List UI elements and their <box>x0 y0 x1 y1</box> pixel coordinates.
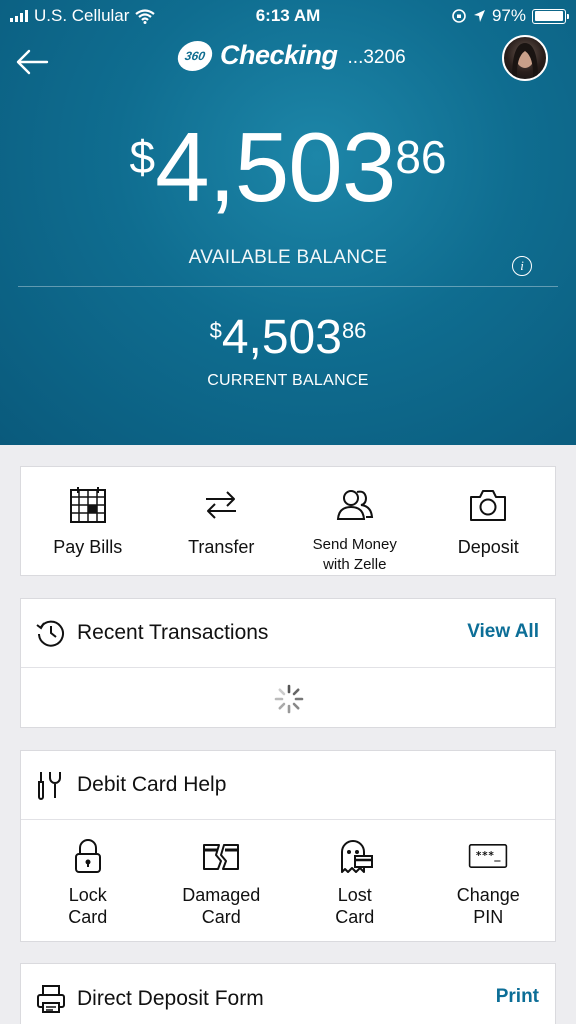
tools-icon <box>38 772 61 800</box>
current-balance: $4,50386 <box>209 311 367 364</box>
pay-bills-label: Pay Bills <box>53 537 123 557</box>
transfer-arrows-icon <box>206 491 237 519</box>
debit-card-help-card: Debit Card Help Lock Card Damaged Card Los… <box>20 750 556 942</box>
account-number: ...3206 <box>347 46 406 68</box>
deposit-label: Deposit <box>457 537 519 557</box>
info-icon[interactable]: i <box>512 256 532 276</box>
lock-card-label: Lock Card <box>68 885 108 927</box>
battery-percent: 97% <box>491 6 526 25</box>
recent-transactions-title: Recent Transactions <box>77 621 269 644</box>
transfer-button[interactable]: Transfer <box>155 467 289 575</box>
lock-card-button[interactable]: Lock Card <box>21 820 155 941</box>
print-link[interactable]: Print <box>496 986 539 1008</box>
send-money-label: Send Money with Zelle <box>312 536 397 573</box>
damaged-card-label: Damaged Card <box>182 885 261 927</box>
debit-card-help-title: Debit Card Help <box>77 773 227 796</box>
view-all-link[interactable]: View All <box>467 621 539 643</box>
printer-icon <box>37 985 65 1013</box>
lost-card-label: Lost Card <box>335 885 375 927</box>
history-clock-icon <box>36 620 64 647</box>
quick-actions-card: Pay Bills Transfer Send Money with Zelle … <box>20 466 556 576</box>
pin-card-icon: ***_ <box>469 844 508 868</box>
account-title: 360 Checking ...3206 <box>175 40 406 71</box>
location-icon <box>473 10 485 22</box>
people-icon <box>336 490 373 520</box>
divider <box>18 286 558 287</box>
damaged-card-icon <box>203 844 240 870</box>
calendar-icon <box>69 487 106 523</box>
pin-mask-text: ***_ <box>476 850 502 862</box>
pay-bills-button[interactable]: Pay Bills <box>21 467 155 575</box>
recent-transactions-card: Recent Transactions View All <box>20 598 556 728</box>
status-bar: U.S. Cellular 6:13 AM 97% <box>0 0 576 32</box>
lock-icon <box>74 839 101 873</box>
loading-spinner-icon <box>274 684 304 714</box>
direct-deposit-title: Direct Deposit Form <box>77 987 264 1010</box>
brand-name: Checking <box>220 40 338 70</box>
transfer-label: Transfer <box>188 537 255 557</box>
brand-logo: 360 <box>175 40 215 71</box>
deposit-button[interactable]: Deposit <box>422 467 556 575</box>
change-pin-button[interactable]: ***_ Change PIN <box>422 820 556 941</box>
change-pin-label: Change PIN <box>456 885 520 927</box>
rotation-lock-icon <box>452 9 466 23</box>
send-money-zelle-button[interactable]: Send Money with Zelle <box>288 467 422 575</box>
back-arrow-icon[interactable] <box>14 44 50 80</box>
ghost-card-icon <box>340 840 373 873</box>
current-balance-label: CURRENT BALANCE <box>207 372 369 389</box>
available-balance-label: AVAILABLE BALANCE <box>188 247 388 268</box>
profile-photo-icon <box>512 43 538 79</box>
lost-card-button[interactable]: Lost Card <box>288 820 422 941</box>
direct-deposit-card: Direct Deposit Form Print <box>20 963 556 1024</box>
available-balance: $4,50386 <box>129 112 447 222</box>
camera-icon <box>470 490 507 521</box>
damaged-card-button[interactable]: Damaged Card <box>155 820 289 941</box>
battery-icon <box>532 8 569 24</box>
avatar[interactable] <box>502 35 548 81</box>
account-header: U.S. Cellular 6:13 AM 97% 360 Checking .… <box>0 0 576 445</box>
